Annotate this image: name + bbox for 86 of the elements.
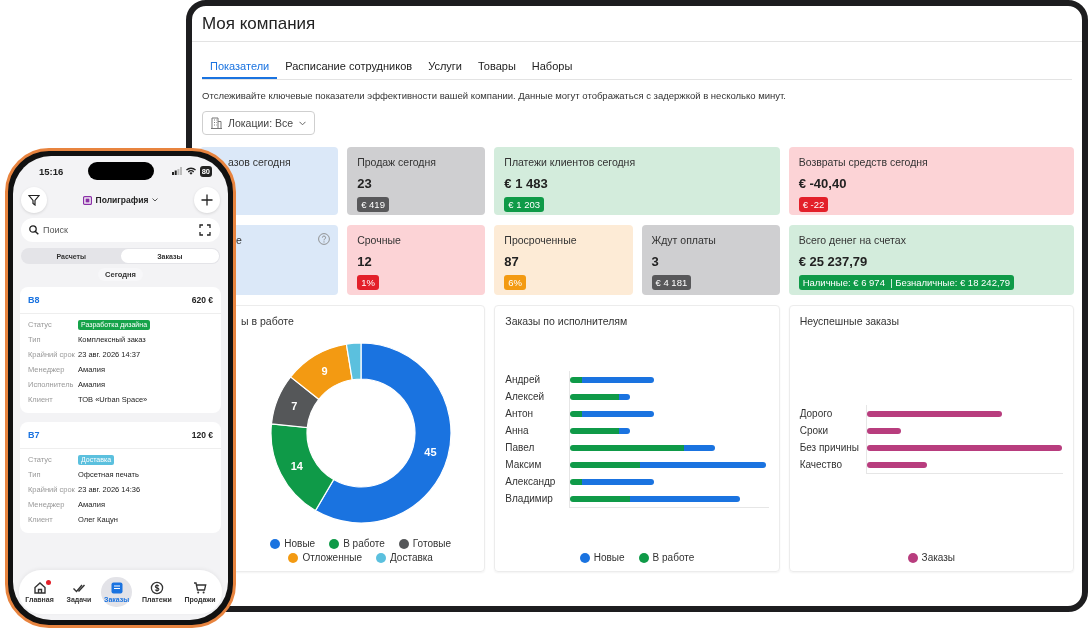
legend-label[interactable]: Доставка [390, 552, 433, 563]
add-button[interactable] [194, 187, 220, 213]
order-number[interactable]: B7 [28, 430, 40, 440]
card-title: Просроченные [504, 234, 577, 246]
document-icon [109, 581, 124, 595]
axis-label: Сроки [799, 424, 829, 438]
axis-label: Антон [505, 407, 535, 421]
tab[interactable]: Показатели [202, 54, 278, 79]
card-value: € -40,40 [798, 176, 847, 191]
bar [866, 427, 902, 434]
wifi-icon [185, 167, 196, 175]
chart-title: ы в работе [241, 315, 295, 327]
building-icon [211, 117, 222, 129]
page-title: Моя компания [202, 15, 317, 33]
order-amount: 620 € [191, 295, 213, 305]
card-value: 87 [504, 254, 519, 269]
slice-label: 9 [321, 364, 328, 377]
axis-label: Дорого [799, 407, 834, 421]
legend-label[interactable]: Отложенные [302, 552, 362, 563]
order-amount: 120 € [191, 430, 213, 440]
camera-cutout [88, 162, 154, 180]
axis-label: Андрей [505, 373, 542, 387]
tab[interactable]: Товары [469, 54, 524, 79]
card-badge: 6% [504, 275, 527, 290]
legend-label[interactable]: Новые [284, 538, 316, 549]
tab[interactable]: Услуги [420, 54, 470, 79]
search-icon [29, 225, 39, 235]
card-title: Продаж сегодня [357, 156, 436, 168]
stacked-bar [570, 427, 631, 434]
card-title: Срочные [357, 234, 401, 246]
order-number[interactable]: B8 [28, 295, 40, 305]
card-badge: Наличные: € 6 974 | Безналичные: € 18 242,79 [798, 275, 1015, 290]
card-value: 12 [357, 254, 372, 269]
card-title: Ждут оплаты [651, 234, 716, 246]
axis-label: Анна [505, 424, 530, 438]
chevron-icon [152, 198, 159, 202]
slice-label: 7 [290, 399, 298, 412]
legend-label[interactable]: Новые [593, 552, 625, 563]
scan-icon[interactable] [199, 224, 211, 236]
location-dropdown[interactable]: Локации: Все [202, 111, 316, 135]
card-value: 23 [357, 176, 372, 191]
card-value: € 1 483 [504, 176, 548, 191]
axis-label: Максим [505, 458, 543, 472]
filter-button[interactable] [21, 187, 47, 213]
legend-label[interactable]: Заказы [921, 552, 956, 563]
search-field[interactable]: Поиск [21, 218, 220, 242]
card-title: азов сегодня [228, 156, 291, 168]
axis-label: Александр [505, 475, 557, 489]
card-badge: 1% [357, 275, 379, 290]
description-text: Отслеживайте ключевые показатели эффективности вашей компании. Данные могут отображаться с задержкой в несколько минут. [202, 90, 787, 102]
status-time: 15:16 [39, 165, 64, 177]
tab[interactable]: Наборы [523, 54, 581, 79]
legend-label[interactable]: В работе [343, 538, 385, 549]
card-badge: € 419 [357, 197, 389, 212]
tab[interactable]: Расписание сотрудников [277, 54, 421, 79]
legend-label[interactable]: В работе [652, 552, 695, 563]
card-value: € 25 237,79 [798, 254, 868, 269]
cart-icon [193, 581, 208, 595]
filter-icon [28, 194, 40, 206]
card-badge: € -22 [798, 197, 829, 212]
axis-label: Владимир [505, 492, 554, 506]
axis-label: Качество [799, 458, 843, 472]
card-value: 3 [651, 254, 659, 269]
chart-title: Заказы по исполнителям [505, 315, 629, 327]
plus-icon [201, 194, 213, 206]
house-icon [32, 581, 47, 595]
axis-label: Алексей [505, 390, 546, 404]
axis-label: Без причины [799, 441, 860, 455]
square-icon [82, 195, 92, 205]
chart-title: Неуспешные заказы [799, 315, 900, 327]
legend-label[interactable]: Готовые [412, 538, 451, 549]
dollar-icon [149, 581, 164, 595]
card-badge: € 1 203 [504, 197, 545, 212]
card-badge: € 4 181 [651, 275, 692, 290]
card-title: Всего денег на счетах [798, 234, 906, 246]
signal-icon [171, 167, 182, 175]
stacked-bar [570, 393, 631, 400]
card-title: Возвраты средств сегодня [798, 156, 928, 168]
slice-label: 14 [290, 459, 303, 472]
axis-label: Павел [505, 441, 536, 455]
card-title: Платежи клиентов сегодня [504, 156, 636, 168]
card-title: е [236, 234, 242, 246]
slice-label: 45 [424, 445, 437, 458]
bar [866, 461, 927, 468]
workspace-selector[interactable]: Полиграфия [76, 194, 165, 206]
chevron-icon [299, 120, 307, 126]
